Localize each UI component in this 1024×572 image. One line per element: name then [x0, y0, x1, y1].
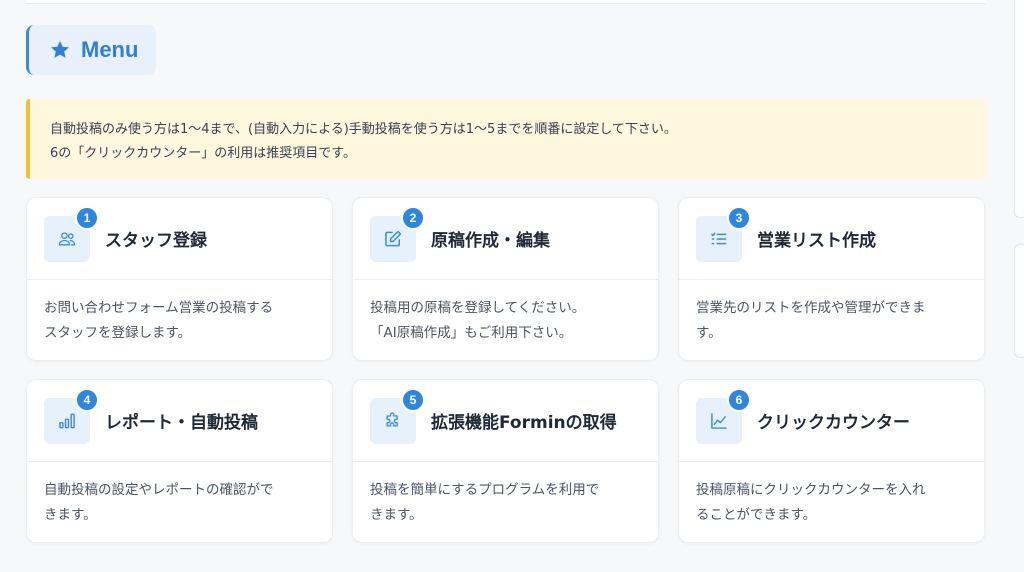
menu-card-draft[interactable]: 2 原稿作成・編集 投稿用の原稿を登録してください。 「AI原稿作成」もご利用下… [352, 197, 659, 361]
card-desc-line: 営業先のリストを作成や管理ができま [696, 300, 926, 316]
card-desc-line: きます。 [370, 507, 423, 523]
card-title: スタッフ登録 [105, 231, 207, 251]
card-header: 4 レポート・自動投稿 [27, 380, 332, 462]
bar-chart-icon [59, 413, 75, 429]
card-description: 投稿原稿にクリックカウンターを入れ ることができます。 [679, 462, 984, 528]
step-badge: 4 [75, 388, 99, 412]
card-desc-line: お問い合わせフォーム営業の投稿する [44, 300, 274, 316]
menu-card-report[interactable]: 4 レポート・自動投稿 自動投稿の設定やレポートの確認がで きます。 [26, 379, 333, 543]
card-desc-line: 投稿原稿にクリックカウンターを入れ [696, 482, 926, 498]
card-header: 1 スタッフ登録 [27, 198, 332, 280]
side-card-bottom [1014, 244, 1024, 358]
edit-icon [385, 230, 402, 247]
instruction-notice: 自動投稿のみ使う方は1〜4まで、(自動入力による)手動投稿を使う方は1〜5までを… [26, 99, 986, 179]
step-badge: 1 [75, 206, 99, 230]
menu-card-sales-list[interactable]: 3 営業リスト作成 営業先のリストを作成や管理ができま す。 [678, 197, 985, 361]
card-header: 6 クリックカウンター [679, 380, 984, 462]
side-card-top [1014, 0, 1024, 218]
card-desc-line: スタッフを登録します。 [44, 325, 192, 341]
card-desc-line: 自動投稿の設定やレポートの確認がで [44, 482, 274, 498]
card-header: 2 原稿作成・編集 [353, 198, 658, 280]
step-badge: 6 [727, 388, 751, 412]
step-badge: 3 [727, 206, 751, 230]
card-title: 原稿作成・編集 [431, 231, 550, 251]
list-icon [711, 232, 727, 245]
card-description: 営業先のリストを作成や管理ができま す。 [679, 280, 984, 346]
card-title: 営業リスト作成 [757, 231, 876, 251]
card-description: 投稿を簡単にするプログラムを利用で きます。 [353, 462, 658, 528]
card-title: 拡張機能Forminの取得 [431, 413, 617, 433]
card-desc-line: 投稿を簡単にするプログラムを利用で [370, 482, 600, 498]
card-description: お問い合わせフォーム営業の投稿する スタッフを登録します。 [27, 280, 332, 346]
card-title: クリックカウンター [757, 413, 910, 433]
star-icon [51, 41, 69, 58]
menu-card-click-counter[interactable]: 6 クリックカウンター 投稿原稿にクリックカウンターを入れ ることができます。 [678, 379, 985, 543]
menu-title: Menu [81, 37, 139, 62]
top-panel-edge [26, 0, 986, 4]
notice-line-2: 6の「クリックカウンター」の利用は推奨項目です。 [50, 146, 356, 161]
users-icon [58, 232, 76, 246]
card-header: 5 拡張機能Forminの取得 [353, 380, 658, 462]
card-desc-line: 「AI原稿作成」もご利用下さい。 [370, 325, 573, 341]
step-badge: 2 [401, 206, 425, 230]
step-badge: 5 [401, 388, 425, 412]
puzzle-icon [386, 412, 398, 427]
menu-header: Menu [26, 25, 156, 75]
card-description: 自動投稿の設定やレポートの確認がで きます。 [27, 462, 332, 528]
card-desc-line: 投稿用の原稿を登録してください。 [370, 300, 586, 316]
card-header: 3 営業リスト作成 [679, 198, 984, 280]
right-side-panel [1008, 0, 1024, 572]
menu-card-extension[interactable]: 5 拡張機能Forminの取得 投稿を簡単にするプログラムを利用で きます。 [352, 379, 659, 543]
menu-card-staff[interactable]: 1 スタッフ登録 お問い合わせフォーム営業の投稿する スタッフを登録します。 [26, 197, 333, 361]
card-desc-line: きます。 [44, 507, 97, 523]
card-title: レポート・自動投稿 [105, 413, 258, 433]
card-description: 投稿用の原稿を登録してください。 「AI原稿作成」もご利用下さい。 [353, 280, 658, 346]
card-desc-line: ることができます。 [696, 507, 817, 523]
notice-line-1: 自動投稿のみ使う方は1〜4まで、(自動入力による)手動投稿を使う方は1〜5までを… [50, 122, 677, 137]
line-chart-icon [711, 413, 727, 429]
card-desc-line: す。 [696, 325, 722, 341]
